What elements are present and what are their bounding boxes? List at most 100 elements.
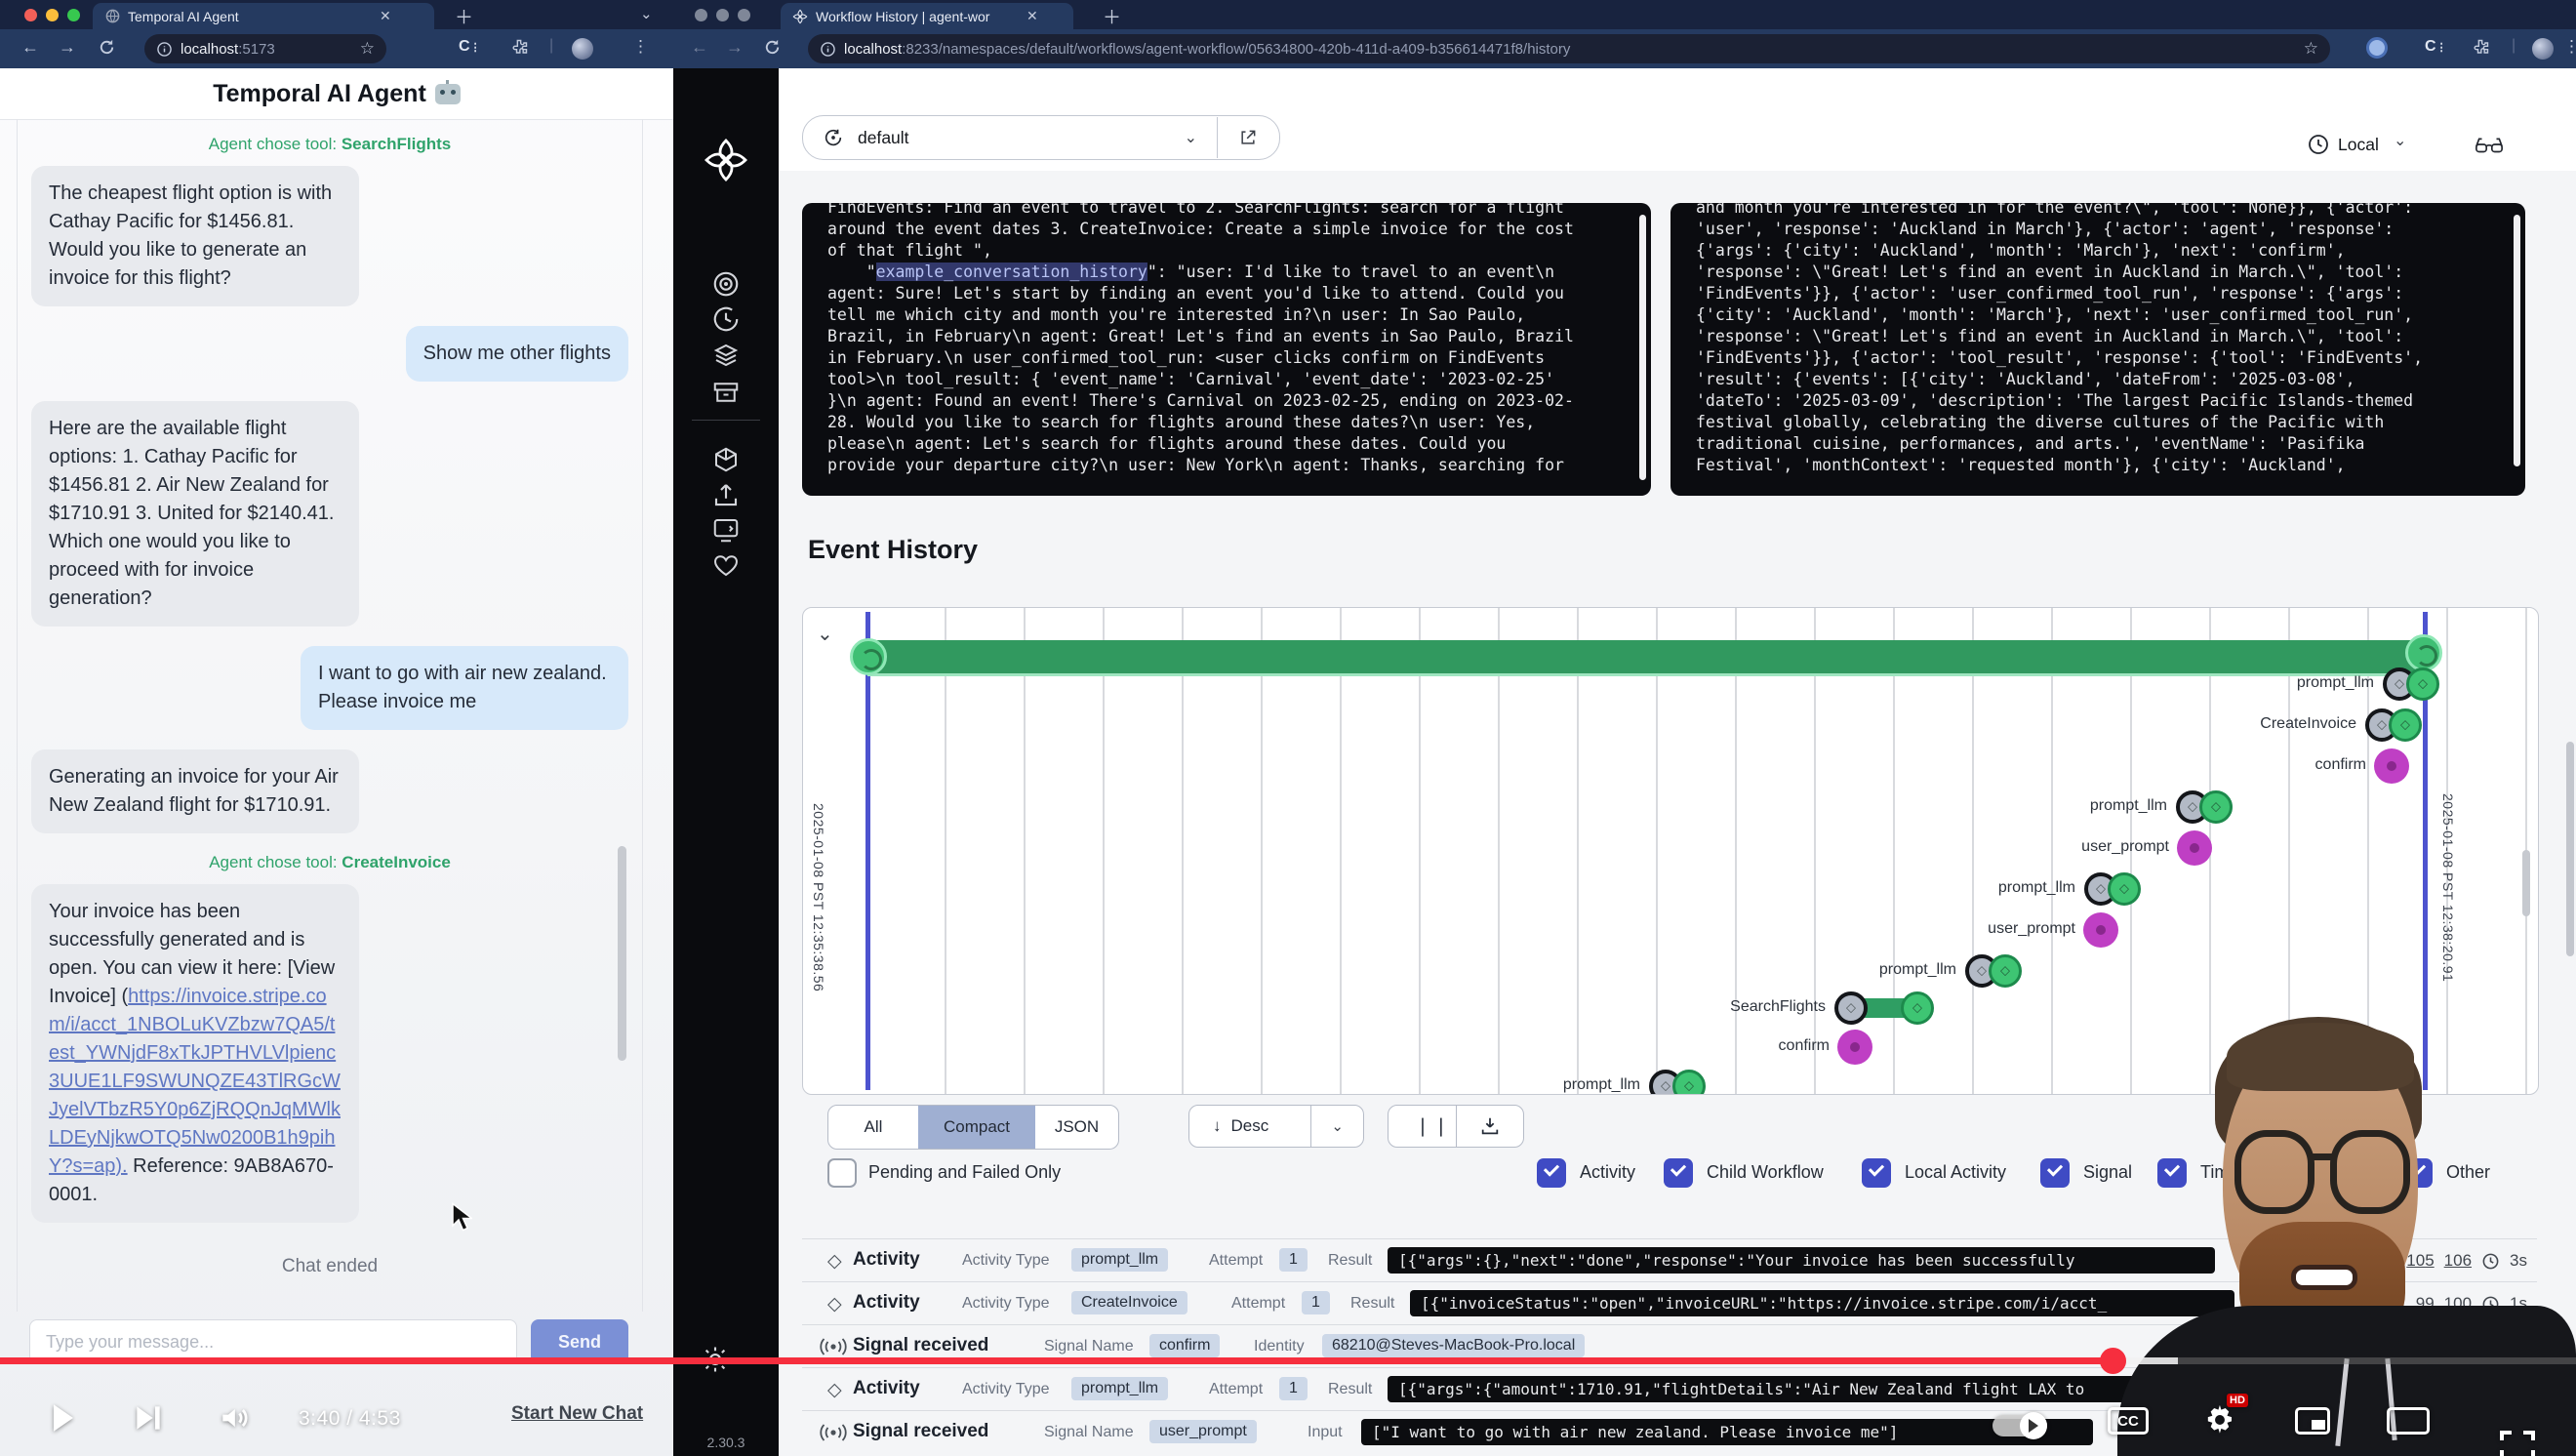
browser-tab[interactable]: Temporal AI Agent ✕ bbox=[93, 3, 434, 29]
site-info-icon[interactable] bbox=[157, 42, 172, 57]
highlighted-token: example_conversation_history bbox=[876, 263, 1147, 281]
batch-nav-icon[interactable] bbox=[711, 341, 741, 370]
import-nav-icon[interactable] bbox=[711, 480, 741, 509]
play-button[interactable] bbox=[51, 1403, 76, 1433]
timeline-event-marker[interactable] bbox=[1837, 1030, 1872, 1065]
timeline-event-marker[interactable] bbox=[1901, 991, 1934, 1025]
timeline-scrollbar[interactable] bbox=[2522, 850, 2530, 916]
open-namespace-external-icon[interactable] bbox=[1238, 128, 1258, 147]
volume-icon[interactable] bbox=[221, 1403, 252, 1433]
feedback-heart-nav-icon[interactable] bbox=[711, 550, 741, 580]
namespaces-nav-icon[interactable] bbox=[711, 445, 741, 474]
extension-icon[interactable]: C⋮ bbox=[459, 38, 481, 56]
signal-icon bbox=[820, 1338, 847, 1355]
view-compact-tab[interactable]: Compact bbox=[918, 1106, 1035, 1149]
autoplay-toggle[interactable] bbox=[1992, 1415, 2047, 1436]
invoice-link[interactable]: https://invoice.stripe.com/i/acct_1NBOLu… bbox=[49, 986, 341, 1177]
timeline-event-marker[interactable] bbox=[1834, 991, 1868, 1025]
profile-avatar[interactable] bbox=[572, 38, 593, 60]
extension-icon[interactable]: C⋮ bbox=[2425, 38, 2447, 56]
code-scrollbar[interactable] bbox=[1639, 215, 1646, 480]
browser-menu-icon[interactable]: ⋮ bbox=[632, 37, 649, 57]
start-new-chat-link[interactable]: Start New Chat bbox=[511, 1403, 643, 1425]
close-window-button[interactable] bbox=[24, 9, 37, 21]
chevron-down-icon[interactable]: ⌄ bbox=[2394, 131, 2406, 150]
minimize-window-button[interactable] bbox=[716, 9, 729, 21]
zoom-window-button[interactable] bbox=[67, 9, 80, 21]
forward-button[interactable]: → bbox=[59, 37, 76, 58]
timeline-event-marker[interactable] bbox=[2406, 667, 2439, 701]
right-toolbar: ← → localhost:8233/namespaces/default/wo… bbox=[673, 29, 2576, 68]
new-tab-button[interactable]: ＋ bbox=[1103, 3, 1121, 29]
pause-updates-icon[interactable]: ❘❘ bbox=[1415, 1115, 1452, 1138]
timeline-event-label: user_prompt bbox=[1988, 920, 2075, 938]
timeline-event-marker[interactable] bbox=[2374, 748, 2409, 784]
close-tab-icon[interactable]: ✕ bbox=[1026, 8, 1038, 24]
sort-order-button[interactable]: ↓ Desc ⌄ bbox=[1188, 1105, 1364, 1148]
forward-button[interactable]: → bbox=[726, 37, 744, 58]
left-address-bar[interactable]: localhost:5173 ☆ bbox=[144, 34, 386, 63]
page-scrollbar[interactable] bbox=[2566, 742, 2574, 956]
browser-menu-icon[interactable]: ⋮ bbox=[2563, 37, 2576, 57]
extensions-puzzle-icon[interactable] bbox=[509, 38, 529, 58]
fullscreen-button[interactable] bbox=[2500, 1431, 2535, 1456]
theater-mode-button[interactable] bbox=[2387, 1407, 2430, 1435]
download-history-icon[interactable] bbox=[1479, 1115, 1501, 1137]
close-window-button[interactable] bbox=[695, 9, 707, 21]
timeline-event-marker[interactable] bbox=[1989, 954, 2022, 988]
filter-checkbox-signal[interactable] bbox=[2040, 1158, 2070, 1188]
reload-button[interactable] bbox=[98, 38, 116, 57]
back-button[interactable]: ← bbox=[21, 37, 39, 58]
timeline-event-marker[interactable] bbox=[2108, 872, 2141, 906]
bookmark-star-icon[interactable]: ☆ bbox=[360, 39, 375, 59]
view-all-tab[interactable]: All bbox=[828, 1106, 918, 1149]
view-json-tab[interactable]: JSON bbox=[1035, 1106, 1118, 1149]
next-button[interactable] bbox=[135, 1405, 162, 1431]
workflows-nav-icon[interactable] bbox=[711, 269, 741, 299]
new-tab-button[interactable]: ＋ bbox=[455, 3, 473, 29]
tab-search-chevron-icon[interactable]: ⌄ bbox=[640, 5, 653, 22]
labs-glasses-icon[interactable] bbox=[2475, 133, 2504, 156]
video-scrubber-knob[interactable] bbox=[2100, 1348, 2126, 1374]
filter-checkbox-local-activity[interactable] bbox=[1862, 1158, 1891, 1188]
activity-diamond-icon: ◇ bbox=[827, 1379, 842, 1401]
arrow-down-icon: ↓ bbox=[1213, 1116, 1222, 1136]
chat-message-list[interactable]: Agent chose tool: SearchFlights The chea… bbox=[17, 119, 643, 1312]
close-tab-icon[interactable]: ✕ bbox=[380, 8, 391, 24]
workflow-input-code-panel[interactable]: FindEvents: Find an event to travel to 2… bbox=[802, 203, 1651, 496]
extensions-puzzle-icon[interactable] bbox=[2471, 38, 2490, 58]
code-scrollbar[interactable] bbox=[2514, 215, 2520, 466]
video-progress-bar[interactable] bbox=[0, 1357, 2113, 1364]
chat-scrollbar[interactable] bbox=[618, 846, 626, 1061]
settings-gear-button[interactable]: HD bbox=[2203, 1403, 2236, 1441]
timeline-event-marker[interactable] bbox=[2177, 830, 2212, 866]
timeline-event-marker[interactable] bbox=[2083, 912, 2118, 948]
site-info-icon[interactable] bbox=[821, 42, 835, 57]
browser-tab[interactable]: Workflow History | agent-wor ✕ bbox=[781, 3, 1073, 29]
filter-checkbox-timer[interactable] bbox=[2157, 1158, 2187, 1188]
archive-nav-icon[interactable] bbox=[711, 378, 741, 407]
timeline-event-marker[interactable] bbox=[1672, 1070, 1706, 1095]
dev-tools-nav-icon[interactable] bbox=[711, 515, 741, 545]
time-format-select[interactable]: Local bbox=[2338, 135, 2379, 155]
minimize-window-button[interactable] bbox=[46, 9, 59, 21]
timeline-event-marker[interactable] bbox=[2199, 790, 2233, 824]
chevron-down-icon[interactable]: ⌄ bbox=[1331, 1117, 1344, 1135]
captions-button[interactable]: CC bbox=[2108, 1407, 2149, 1435]
filter-checkbox-activity[interactable] bbox=[1537, 1158, 1566, 1188]
timeline-event-marker[interactable] bbox=[2389, 708, 2422, 742]
back-button[interactable]: ← bbox=[691, 37, 708, 58]
pending-failed-only-checkbox[interactable] bbox=[827, 1158, 857, 1188]
reload-button[interactable] bbox=[763, 38, 782, 57]
namespace-select[interactable]: default ⌄ bbox=[802, 115, 1280, 160]
schedules-nav-icon[interactable] bbox=[711, 304, 741, 334]
miniplayer-button[interactable] bbox=[2295, 1407, 2330, 1435]
bookmark-star-icon[interactable]: ☆ bbox=[2304, 39, 2318, 59]
password-manager-icon[interactable] bbox=[2366, 37, 2388, 59]
workflow-result-code-panel[interactable]: and month you're interested in for the e… bbox=[1670, 203, 2525, 496]
zoom-window-button[interactable] bbox=[738, 9, 750, 21]
profile-avatar[interactable] bbox=[2532, 38, 2554, 60]
filter-checkbox-child-workflow[interactable] bbox=[1664, 1158, 1693, 1188]
event-id-links[interactable]: 105106 3s bbox=[2406, 1251, 2527, 1271]
right-address-bar[interactable]: localhost:8233/namespaces/default/workfl… bbox=[808, 34, 2330, 63]
